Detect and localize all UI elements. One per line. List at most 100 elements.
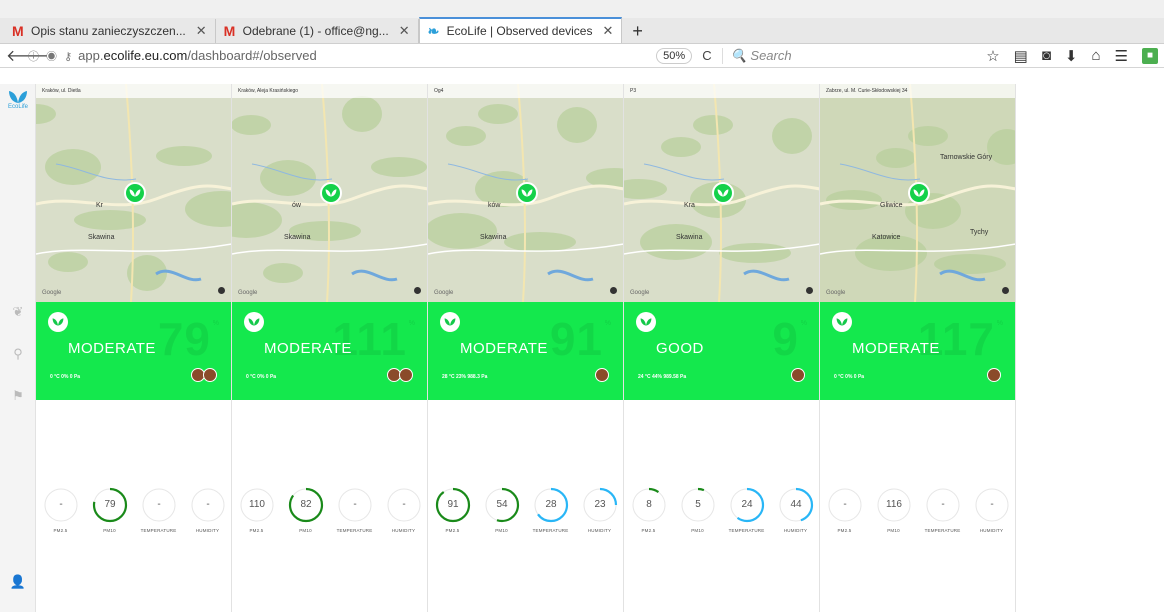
gauge-label: PM2.5 [641,528,656,533]
device-card[interactable]: Kraków, Aleja Krasińskiego Google ów Skaw… [232,84,428,612]
download-icon[interactable]: ⬇ [1065,47,1078,65]
back-icon[interactable]: 🡐 [6,45,49,66]
avatar[interactable] [791,368,805,382]
device-pin-icon[interactable] [516,182,538,204]
gauge-value: - [843,499,846,510]
tab-gmail-1[interactable]: M Opis stanu zanieczyszczen... ✕ [4,19,216,43]
device-card[interactable]: Zabrze, ul. M. Curie-Skłodowskiej 34 Goo… [820,84,1016,612]
gauges: 110 PM2.5 82 PM10 - TEMPERATURE - HUMIDITY [232,486,428,533]
map-city-label: Skawina [480,234,507,241]
avatar[interactable] [399,368,413,382]
gauge-label: PM10 [103,528,116,533]
toolbar-icons: ☆ ▤ ◙ ⬇ ⌂ ☰ ■ [986,47,1158,65]
device-map[interactable]: Og4 Google ków Skawina [428,84,623,302]
map-city-label: Skawina [676,234,703,241]
air-quality-index: 91 [549,313,603,365]
new-tab-button[interactable]: + [622,19,653,43]
menu-icon[interactable]: ☰ [1115,47,1128,65]
leaf-icon [244,312,264,332]
info-icon[interactable] [218,287,225,294]
gauge-pm10: 54 PM10 [482,486,522,533]
device-map[interactable]: Zabrze, ul. M. Curie-Skłodowskiej 34 Goo… [820,84,1015,302]
gauge-pm25: 8 PM2.5 [629,486,669,533]
url-bar[interactable]: app.ecolife.eu.com/dashboard#/observed [78,48,578,63]
map-city-label: Skawina [88,234,115,241]
bookmark-star-icon[interactable]: ☆ [986,47,999,65]
close-icon[interactable]: ✕ [196,23,207,39]
device-location: P3 [624,84,819,98]
devices-icon[interactable]: ❦ [8,304,28,320]
device-pin-icon[interactable] [320,182,342,204]
device-map[interactable]: Kraków, ul. Dietla Google Kr Skawina [36,84,231,302]
leaf-icon [636,312,656,332]
gauge-value: 28 [545,499,557,510]
percent-sign: % [408,320,415,327]
gauge-label: PM10 [691,528,704,533]
close-icon[interactable]: ✕ [399,23,410,39]
device-card[interactable]: P3 Google Kra Skawina 9 % GOOD 24 °C 44% … [624,84,820,612]
gauge-value: 82 [300,499,312,510]
extension-icon[interactable]: ■ [1142,47,1158,64]
device-pin-icon[interactable] [712,182,734,204]
device-card[interactable]: Og4 Google ków Skawina 91 % MODERATE 28 °… [428,84,624,612]
percent-sign: % [800,320,807,327]
weather-readings: 0 °C 0% 0 Pa [50,374,81,380]
map-city-label: ów [292,202,301,209]
gauges: - PM2.5 79 PM10 - TEMPERATURE - HUMIDITY [36,486,232,533]
zoom-level[interactable]: 50% [656,47,693,64]
user-icon[interactable]: 👤 [8,574,28,590]
gauge-value: - [157,499,160,510]
observer-avatars [791,368,805,382]
pocket-icon[interactable]: ◙ [1042,47,1051,64]
avatar[interactable] [987,368,1001,382]
search-placeholder: Search [750,47,792,63]
device-location: Kraków, ul. Dietla [36,84,231,98]
device-map[interactable]: P3 Google Kra Skawina [624,84,819,302]
leaf-icon [832,312,852,332]
gauge-pm10: 79 PM10 [90,486,130,533]
device-pin-icon[interactable] [124,182,146,204]
air-quality-index: 9 [772,313,799,365]
info-icon[interactable] [414,287,421,294]
tab-gmail-2[interactable]: M Odebrane (1) - office@ng... ✕ [216,19,419,43]
status-panel: 117 % MODERATE 0 °C 0% 0 Pa [820,302,1015,400]
air-quality-label: MODERATE [460,340,548,357]
info-icon[interactable] [806,287,813,294]
gauge-temperature: 28 TEMPERATURE [531,486,571,533]
home-icon[interactable]: ⌂ [1091,47,1100,64]
device-card[interactable]: Kraków, ul. Dietla Google Kr Skawina 79 %… [36,84,232,612]
gauge-label: HUMIDITY [195,528,220,533]
search-input[interactable]: 🔍 Search [721,47,962,64]
status-panel: 79 % MODERATE 0 °C 0% 0 Pa [36,302,231,400]
navigation-bar: 🡐 ⓘ ◉ ⚷ app.ecolife.eu.com/dashboard#/ob… [0,44,1164,68]
gauge-pm10: 82 PM10 [286,486,326,533]
info-icon[interactable] [1002,287,1009,294]
gmail-icon: M [223,23,236,39]
location-pin-icon[interactable]: ⚲ [8,346,28,362]
device-pin-icon[interactable] [908,182,930,204]
gauge-label: TEMPERATURE [728,528,765,533]
tab-ecolife[interactable]: ❧ EcoLife | Observed devices ✕ [418,17,623,43]
gauge-pm25: - PM2.5 [825,486,865,533]
air-quality-index: 79 [157,313,211,365]
map-city-label: Skawina [284,234,311,241]
air-quality-label: MODERATE [852,340,940,357]
sidebar: EcoLife ❦ ⚲ ⚑ 👤 [0,84,36,612]
site-info-icon[interactable]: ⓘ ◉ ⚷ [28,48,74,64]
device-map[interactable]: Kraków, Aleja Krasińskiego Google ów Skaw… [232,84,427,302]
flag-icon[interactable]: ⚑ [8,388,28,404]
avatar[interactable] [203,368,217,382]
air-quality-label: MODERATE [264,340,352,357]
ecolife-logo[interactable]: EcoLife [6,90,30,110]
close-icon[interactable]: ✕ [602,23,613,39]
reload-icon[interactable]: C [702,48,711,63]
google-logo: Google [42,290,62,296]
reading-list-icon[interactable]: ▤ [1014,47,1028,65]
air-quality-index: 111 [332,313,407,365]
map-city-label: Tarnowskie Góry [940,154,993,161]
gauge-label: HUMIDITY [391,528,416,533]
percent-sign: % [212,320,219,327]
avatar[interactable] [595,368,609,382]
gauge-temperature: - TEMPERATURE [335,486,375,533]
info-icon[interactable] [610,287,617,294]
